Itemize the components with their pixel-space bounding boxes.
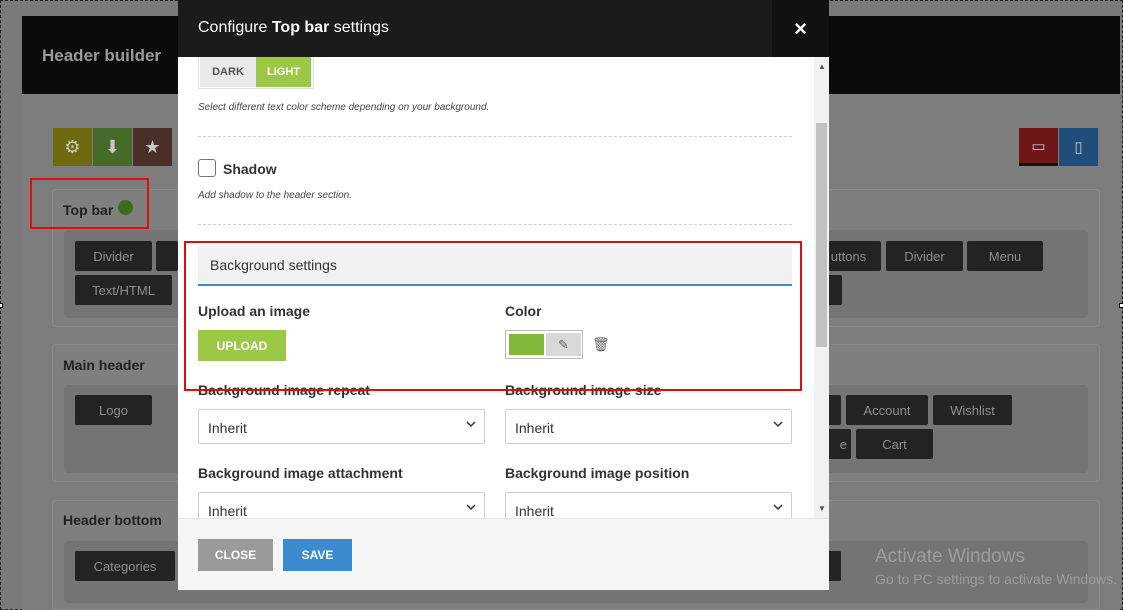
size-value: Inherit bbox=[515, 420, 554, 436]
scroll-thumb[interactable] bbox=[816, 123, 827, 347]
chip-account[interactable]: Account bbox=[846, 395, 928, 425]
chip-menu[interactable]: Menu bbox=[967, 241, 1043, 271]
chip-divider[interactable]: Divider bbox=[75, 241, 152, 271]
color-scheme-toggle: DARK LIGHT bbox=[200, 57, 311, 87]
modal-title-prefix: Configure bbox=[198, 19, 272, 36]
position-label: Background image position bbox=[505, 465, 690, 481]
builder-title: Header builder bbox=[42, 46, 162, 65]
main-header-title: Main header bbox=[63, 357, 145, 373]
position-value: Inherit bbox=[515, 503, 554, 518]
modal-title-bold: Top bar bbox=[271, 19, 330, 36]
chip-divider-2[interactable]: Divider bbox=[886, 241, 963, 271]
modal-footer: CLOSE SAVE bbox=[178, 518, 829, 590]
modal-title-suffix: settings bbox=[329, 19, 389, 36]
chip-text-html[interactable]: Text/HTML bbox=[75, 275, 172, 305]
watermark-subtitle: Go to PC settings to activate Windows. bbox=[875, 571, 1117, 587]
attachment-select[interactable]: Inherit bbox=[198, 492, 485, 518]
scheme-dark-button[interactable]: DARK bbox=[200, 57, 256, 87]
modal-title: Configure Top bar settings bbox=[198, 19, 389, 37]
close-button[interactable]: CLOSE bbox=[198, 539, 273, 571]
attachment-value: Inherit bbox=[208, 503, 247, 518]
save-button[interactable]: SAVE bbox=[283, 539, 352, 571]
scroll-down-icon[interactable]: ▼ bbox=[818, 504, 826, 513]
scheme-hint: Select different text color scheme depen… bbox=[198, 102, 490, 113]
shadow-label: Shadow bbox=[223, 161, 277, 177]
star-icon: ★ bbox=[144, 136, 161, 157]
star-button[interactable]: ★ bbox=[133, 128, 172, 166]
scheme-light-button[interactable]: LIGHT bbox=[256, 57, 311, 87]
resize-handle-left[interactable] bbox=[0, 303, 3, 308]
attachment-label: Background image attachment bbox=[198, 465, 403, 481]
chip-cart[interactable]: Cart bbox=[856, 429, 933, 459]
shadow-hint: Add shadow to the header section. bbox=[198, 190, 352, 201]
chip-logo[interactable]: Logo bbox=[75, 395, 152, 425]
desktop-view-button[interactable]: ▭ bbox=[1019, 128, 1058, 166]
position-select[interactable]: Inherit bbox=[505, 492, 792, 518]
chevron-down-icon bbox=[466, 421, 476, 428]
gear-icon: ⚙ bbox=[64, 136, 81, 157]
import-button[interactable]: ⬇ bbox=[93, 128, 132, 166]
modal-header: Configure Top bar settings × bbox=[178, 0, 829, 57]
watermark-title: Activate Windows bbox=[875, 546, 1025, 567]
chip-wishlist[interactable]: Wishlist bbox=[933, 395, 1012, 425]
settings-button[interactable]: ⚙ bbox=[53, 128, 92, 166]
highlight-top-bar bbox=[30, 178, 149, 229]
header-bottom-title: Header bottom bbox=[63, 512, 162, 528]
chip-categories[interactable]: Categories bbox=[75, 551, 175, 581]
chevron-down-icon bbox=[466, 504, 476, 511]
resize-handle-right[interactable] bbox=[1119, 303, 1123, 308]
desktop-icon: ▭ bbox=[1031, 137, 1046, 155]
repeat-select[interactable]: Inherit bbox=[198, 409, 485, 444]
chevron-down-icon bbox=[773, 504, 783, 511]
size-select[interactable]: Inherit bbox=[505, 409, 792, 444]
chip-partial[interactable] bbox=[156, 241, 178, 271]
scroll-up-icon[interactable]: ▲ bbox=[818, 62, 826, 71]
divider bbox=[198, 136, 792, 137]
repeat-value: Inherit bbox=[208, 420, 247, 436]
divider bbox=[198, 224, 792, 225]
mobile-view-button[interactable]: ▯ bbox=[1059, 128, 1098, 166]
chevron-down-icon bbox=[773, 421, 783, 428]
mobile-icon: ▯ bbox=[1074, 139, 1083, 156]
shadow-checkbox[interactable] bbox=[198, 159, 216, 177]
close-icon[interactable]: × bbox=[772, 0, 829, 57]
import-icon: ⬇ bbox=[104, 136, 121, 157]
highlight-background-settings bbox=[184, 241, 802, 391]
modal-scrollbar[interactable]: ▲ ▼ bbox=[814, 57, 829, 518]
